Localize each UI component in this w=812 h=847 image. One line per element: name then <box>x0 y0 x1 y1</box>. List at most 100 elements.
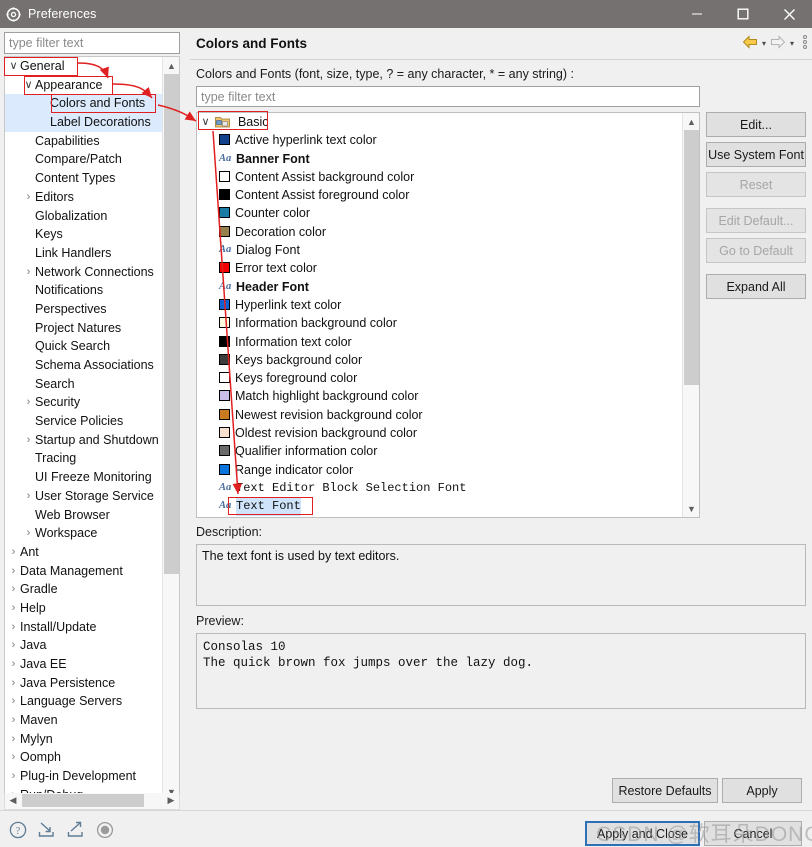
edit-button[interactable]: Edit... <box>706 112 806 137</box>
chevron-right-icon[interactable]: › <box>22 487 35 506</box>
tree-item-language-servers[interactable]: › Language Servers <box>5 692 163 711</box>
chevron-right-icon[interactable]: › <box>7 692 20 711</box>
list-scroll-up-icon[interactable]: ▲ <box>683 113 699 130</box>
tree-item-maven[interactable]: › Maven <box>5 711 163 730</box>
tree-item-colors-and-fonts[interactable]: Colors and Fonts <box>5 94 163 114</box>
list-item-dialog-font[interactable]: Aa Dialog Font <box>197 241 684 259</box>
list-item-error-text-color[interactable]: Error text color <box>197 259 684 277</box>
tree-item-security[interactable]: › Security <box>5 393 163 412</box>
tree-item-tracing[interactable]: Tracing <box>5 449 163 468</box>
minimize-button[interactable] <box>674 0 720 28</box>
back-dropdown-caret-icon[interactable]: ▾ <box>761 39 767 48</box>
scroll-up-icon[interactable]: ▲ <box>163 57 179 74</box>
tree-item-appearance[interactable]: ∨ Appearance <box>5 76 163 95</box>
tree-item-workspace[interactable]: › Workspace <box>5 524 163 543</box>
list-item-header-font[interactable]: Aa Header Font <box>197 278 684 296</box>
tree-item-schema-associations[interactable]: Schema Associations <box>5 356 163 375</box>
tree-item-ui-freeze-monitoring[interactable]: UI Freeze Monitoring <box>5 468 163 487</box>
chevron-right-icon[interactable]: › <box>7 543 20 562</box>
list-item-qualifier-information-color[interactable]: Qualifier information color <box>197 442 684 460</box>
list-item-newest-revision-background-color[interactable]: Newest revision background color <box>197 406 684 424</box>
chevron-right-icon[interactable]: › <box>7 655 20 674</box>
list-item-decoration-color[interactable]: Decoration color <box>197 223 684 241</box>
export-icon[interactable] <box>66 820 85 839</box>
chevron-right-icon[interactable]: › <box>7 748 20 767</box>
close-button[interactable] <box>766 0 812 28</box>
tree-item-help[interactable]: › Help <box>5 599 163 618</box>
tree-item-project-natures[interactable]: Project Natures <box>5 319 163 338</box>
maximize-button[interactable] <box>720 0 766 28</box>
list-vertical-scrollbar[interactable]: ▲ ▼ <box>682 113 699 517</box>
list-item-information-background-color[interactable]: Information background color <box>197 314 684 332</box>
chevron-right-icon[interactable]: › <box>22 431 35 450</box>
tree-item-compare-patch[interactable]: Compare/Patch <box>5 150 163 169</box>
chevron-right-icon[interactable]: › <box>7 580 20 599</box>
forward-dropdown-caret-icon[interactable]: ▾ <box>789 39 795 48</box>
chevron-right-icon[interactable]: › <box>7 711 20 730</box>
list-item-match-highlight-background-color[interactable]: Match highlight background color <box>197 387 684 405</box>
chevron-down-icon[interactable]: ∨ <box>22 76 35 95</box>
list-item-keys-foreground-color[interactable]: Keys foreground color <box>197 369 684 387</box>
tree-item-install-update[interactable]: › Install/Update <box>5 618 163 637</box>
preference-tree[interactable]: ∨ General ∨ Appearance Colors and Fonts Label… <box>4 56 180 801</box>
chevron-down-icon[interactable]: ∨ <box>7 57 20 76</box>
tree-item-java-persistence[interactable]: › Java Persistence <box>5 674 163 693</box>
tree-item-startup-and-shutdown[interactable]: › Startup and Shutdown <box>5 431 163 450</box>
record-icon[interactable] <box>95 820 114 839</box>
restore-defaults-button[interactable]: Restore Defaults <box>612 778 718 803</box>
tree-item-plug-in-development[interactable]: › Plug-in Development <box>5 767 163 786</box>
tree-item-keys[interactable]: Keys <box>5 225 163 244</box>
back-arrow-icon[interactable] <box>742 35 758 52</box>
chevron-right-icon[interactable]: › <box>22 393 35 412</box>
tree-item-content-types[interactable]: Content Types <box>5 169 163 188</box>
list-item-keys-background-color[interactable]: Keys background color <box>197 351 684 369</box>
list-item-content-assist-background-color[interactable]: Content Assist background color <box>197 168 684 186</box>
chevron-right-icon[interactable]: › <box>7 767 20 786</box>
list-item-active-hyperlink-text-color[interactable]: Active hyperlink text color <box>197 131 684 149</box>
root-twisty-icon[interactable]: ∨ <box>199 113 212 131</box>
tree-item-link-handlers[interactable]: Link Handlers <box>5 244 163 263</box>
tree-item-java[interactable]: › Java <box>5 636 163 655</box>
tree-item-web-browser[interactable]: Web Browser <box>5 506 163 525</box>
tree-item-mylyn[interactable]: › Mylyn <box>5 730 163 749</box>
tree-item-notifications[interactable]: Notifications <box>5 281 163 300</box>
chevron-right-icon[interactable]: › <box>22 263 35 282</box>
tree-filter-input[interactable]: type filter text <box>4 32 180 54</box>
tree-item-oomph[interactable]: › Oomph <box>5 748 163 767</box>
tree-item-java-ee[interactable]: › Java EE <box>5 655 163 674</box>
chevron-right-icon[interactable]: › <box>22 524 35 543</box>
tree-item-search[interactable]: Search <box>5 375 163 394</box>
tree-vertical-scrollbar[interactable]: ▲ ▼ <box>162 57 179 800</box>
list-root-node[interactable]: ∨ Basic <box>197 113 684 131</box>
tree-horizontal-scrollbar[interactable]: ◀ ▶ <box>4 793 180 810</box>
tree-item-perspectives[interactable]: Perspectives <box>5 300 163 319</box>
list-scroll-down-icon[interactable]: ▼ <box>683 500 699 517</box>
scroll-thumb[interactable] <box>164 74 179 574</box>
list-item-range-indicator-color[interactable]: Range indicator color <box>197 461 684 479</box>
colors-and-fonts-list[interactable]: ∨ Basic Active hyperlink text color Aa Ban… <box>196 112 700 518</box>
list-scroll-thumb[interactable] <box>684 130 699 385</box>
list-item-oldest-revision-background-color[interactable]: Oldest revision background color <box>197 424 684 442</box>
scroll-left-icon[interactable]: ◀ <box>5 793 21 808</box>
list-item-information-text-color[interactable]: Information text color <box>197 333 684 351</box>
tree-item-service-policies[interactable]: Service Policies <box>5 412 163 431</box>
chevron-right-icon[interactable]: › <box>7 730 20 749</box>
list-item-banner-font[interactable]: Aa Banner Font <box>197 150 684 168</box>
hscroll-thumb[interactable] <box>22 794 144 807</box>
list-item-hyperlink-text-color[interactable]: Hyperlink text color <box>197 296 684 314</box>
chevron-right-icon[interactable]: › <box>7 636 20 655</box>
tree-item-capabilities[interactable]: Capabilities <box>5 132 163 151</box>
tree-item-ant[interactable]: › Ant <box>5 543 163 562</box>
tree-item-general[interactable]: ∨ General <box>5 57 163 76</box>
tree-item-data-management[interactable]: › Data Management <box>5 562 163 581</box>
list-item-text-font[interactable]: Aa Text Font <box>197 497 684 516</box>
expand-all-button[interactable]: Expand All <box>706 274 806 299</box>
list-item-content-assist-foreground-color[interactable]: Content Assist foreground color <box>197 186 684 204</box>
apply-button[interactable]: Apply <box>722 778 802 803</box>
chevron-right-icon[interactable]: › <box>7 562 20 581</box>
tree-item-editors[interactable]: › Editors <box>5 188 163 207</box>
chevron-right-icon[interactable]: › <box>22 188 35 207</box>
tree-item-label-decorations[interactable]: Label Decorations <box>5 113 163 132</box>
vertical-dots-icon[interactable] <box>798 34 808 53</box>
colors-fonts-filter-input[interactable]: type filter text <box>196 86 700 107</box>
